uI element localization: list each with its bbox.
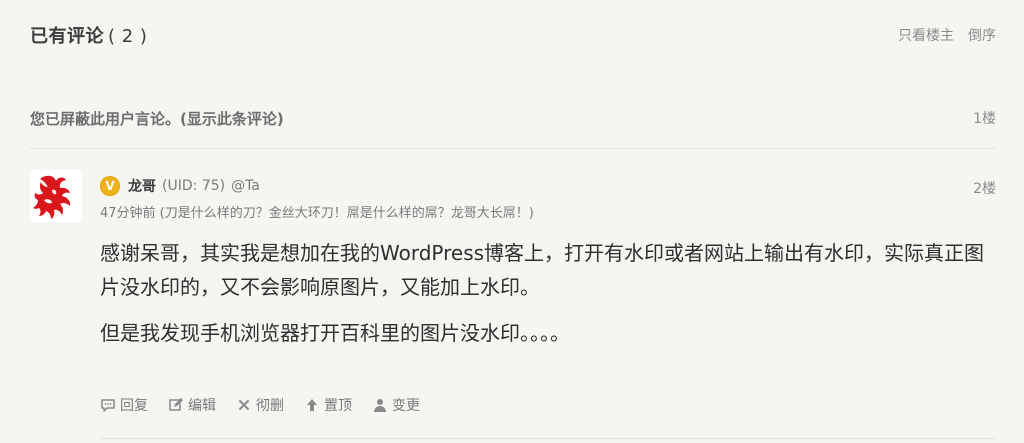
at-ta-link[interactable]: @Ta — [231, 178, 260, 194]
author-uid: (UID: 75) — [162, 178, 226, 194]
pin-label: 置顶 — [324, 398, 352, 414]
comments-section: 已有评论( 2 ) 只看楼主 倒序 您已屏蔽此用户言论。(显示此条评论) 1楼 — [0, 0, 1024, 443]
blocked-message-text: 您已屏蔽此用户言论。 — [30, 109, 181, 128]
dragon-logo-icon — [30, 170, 82, 222]
comments-header: 已有评论( 2 ) 只看楼主 倒序 — [30, 18, 996, 52]
floor-number: 1楼 — [973, 111, 996, 127]
only-author-button[interactable]: 只看楼主 — [898, 25, 954, 45]
delete-label: 彻删 — [256, 398, 284, 414]
reply-icon — [101, 399, 115, 412]
comment-subline: 47分钟前 (刀是什么样的刀？金丝大环刀！屌是什么样的屌？龙哥大长屌！) — [100, 206, 534, 221]
edit-label: 编辑 — [188, 398, 216, 414]
pin-button[interactable]: 置顶 — [304, 395, 352, 415]
show-comment-link[interactable]: (显示此条评论) — [180, 110, 284, 128]
comment-content: 感谢呆哥，其实我是想加在我的WordPress博客上，打开有水印或者网站上输出有… — [100, 236, 996, 362]
edit-button[interactable]: 编辑 — [168, 395, 216, 415]
comment-actions: 回复 编辑 彻删 置顶 变更 — [100, 395, 420, 415]
blocked-message: 您已屏蔽此用户言论。(显示此条评论) — [30, 108, 284, 129]
comment-paragraph: 但是我发现手机浏览器打开百科里的图片没水印。。。。 — [100, 321, 570, 345]
comment-meta: V 龙哥 (UID: 75) @Ta 47分钟前 (刀是什么样的刀？金丝大环刀！… — [100, 174, 996, 221]
edit-icon — [169, 398, 183, 411]
verified-badge-icon: V — [100, 176, 120, 196]
author-line: V 龙哥 (UID: 75) @Ta — [100, 174, 996, 198]
reply-label: 回复 — [120, 398, 148, 414]
change-label: 变更 — [392, 398, 420, 414]
blocked-comment: 您已屏蔽此用户言论。(显示此条评论) 1楼 — [30, 100, 996, 149]
comments-count: ( 2 ) — [108, 26, 148, 47]
reply-button[interactable]: 回复 — [100, 395, 148, 415]
header-actions: 只看楼主 倒序 — [898, 25, 996, 45]
close-icon — [239, 400, 249, 410]
divider — [100, 438, 996, 439]
user-icon — [374, 399, 386, 412]
arrow-up-icon — [307, 399, 317, 411]
comments-title: 已有评论( 2 ) — [30, 22, 147, 48]
comments-title-text: 已有评论 — [30, 26, 104, 47]
author-name[interactable]: 龙哥 — [128, 176, 156, 196]
avatar[interactable] — [30, 170, 82, 222]
comment-paragraph: 感谢呆哥，其实我是想加在我的WordPress博客上，打开有水印或者网站上输出有… — [100, 241, 985, 299]
change-button[interactable]: 变更 — [372, 395, 420, 415]
delete-button[interactable]: 彻删 — [236, 395, 284, 415]
reverse-order-button[interactable]: 倒序 — [968, 25, 996, 45]
floor-number: 2楼 — [973, 181, 996, 197]
